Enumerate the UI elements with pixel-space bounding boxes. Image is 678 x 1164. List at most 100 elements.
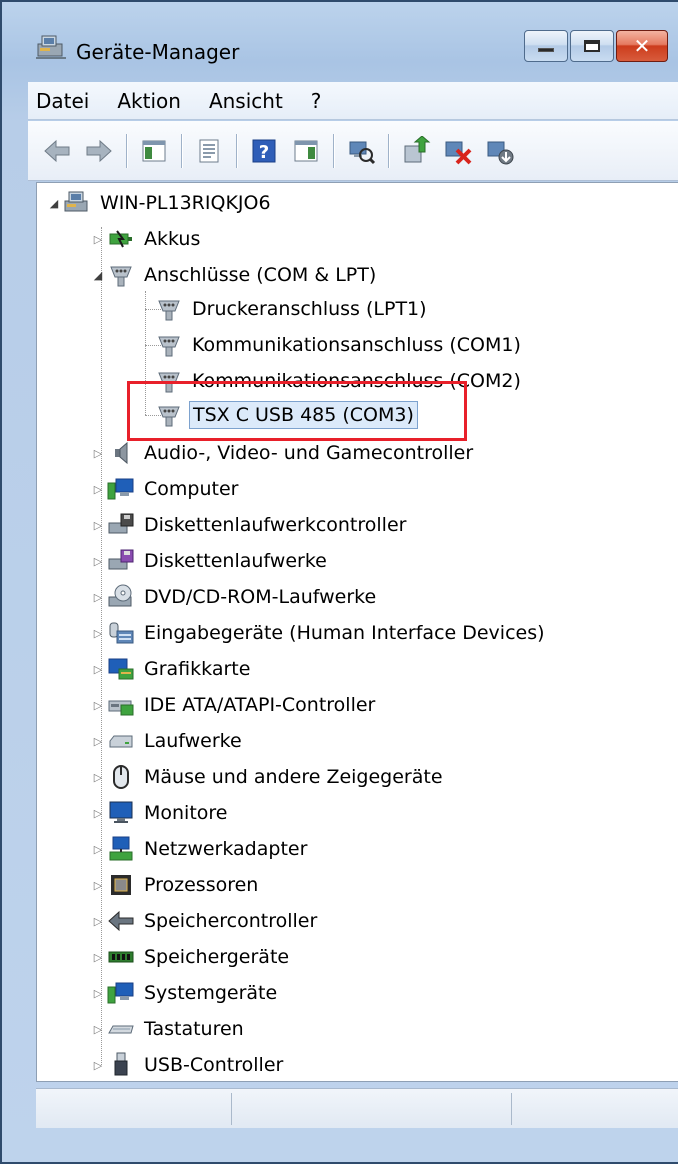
expand-triangle-icon[interactable]: ▷ [89,840,107,858]
usb-icon [114,1052,128,1076]
port-icon [158,372,180,393]
close-button[interactable]: ✕ [616,30,668,62]
menu-bar: Datei Aktion Ansicht ? [28,82,678,120]
uninstall-device-button[interactable] [443,136,473,166]
tree-item-systemgeraete[interactable]: ▷ Systemgeräte [89,975,280,1011]
tree-item-speichercontroller[interactable]: ▷ Speichercontroller [89,903,320,939]
tree-item-label: Kommunikationsanschluss (COM2) [192,370,521,392]
expand-triangle-icon[interactable]: ▷ [89,948,107,966]
tree-item-maeuse[interactable]: ▷ Mäuse und andere Zeigegeräte [89,759,446,795]
minimize-button[interactable] [524,30,568,62]
update-driver-button[interactable] [401,135,431,166]
expand-triangle-icon[interactable]: ▷ [89,480,107,498]
expand-triangle-icon[interactable]: ▷ [89,552,107,570]
tree-item-com1[interactable]: Kommunikationsanschluss (COM1) [155,327,524,363]
ide-controller-icon [108,700,134,716]
tree-item-label: Monitore [144,802,228,824]
expand-triangle-icon[interactable]: ▷ [89,588,107,606]
scan-hardware-icon [349,141,376,164]
tree-item-label: IDE ATA/ATAPI-Controller [144,694,376,716]
tree-item-audio[interactable]: ▷ Audio-, Video- und Gamecontroller [89,435,476,471]
collapse-triangle-icon[interactable]: ◢ [89,266,107,284]
action-pane-button[interactable] [291,136,321,166]
tree-item-label: Speichercontroller [144,910,318,932]
tree-item-computer[interactable]: ▷ Computer [89,471,241,507]
tree-item-label: Anschlüsse (COM & LPT) [144,264,377,286]
caption-buttons: ✕ [524,30,668,62]
expand-triangle-icon[interactable]: ▷ [89,1020,107,1038]
tree-item-label: USB-Controller [144,1054,284,1076]
expand-triangle-icon[interactable]: ▷ [89,660,107,678]
tree-item-tsx-com3[interactable]: TSX C USB 485 (COM3) [155,397,418,433]
help-icon: ? [252,139,276,163]
tree-item-monitore[interactable]: ▷ Monitore [89,795,231,831]
tree-item-grafikkarte[interactable]: ▷ Grafikkarte [89,651,253,687]
monitor-icon [109,801,133,823]
scan-hardware-button[interactable] [346,136,376,166]
port-icon [158,336,180,357]
tree-item-usb[interactable]: ▷ USB-Controller [89,1047,286,1081]
tree-item-dvd[interactable]: ▷ DVD/CD-ROM-Laufwerke [89,579,379,615]
tree-item-label: Laufwerke [144,730,242,752]
close-icon: ✕ [633,34,651,58]
toolbar-separator [388,133,389,168]
tree-item-label: Diskettenlaufwerkcontroller [144,514,407,536]
tree-root[interactable]: ◢ WIN-PL13RIQKJO6 [45,185,274,221]
display-adapter-icon [108,658,134,680]
tree-item-label: Audio-, Video- und Gamecontroller [144,442,474,464]
expand-triangle-icon[interactable]: ▷ [89,230,107,248]
tree-item-label: Netzwerkadapter [144,838,308,860]
expand-triangle-icon[interactable]: ▷ [89,768,107,786]
forward-button[interactable] [84,136,114,166]
collapse-triangle-icon[interactable]: ◢ [45,194,63,212]
tree-item-akkus[interactable]: ▷ Akkus [89,221,203,257]
tree-item-anschluesse[interactable]: ◢ Anschlüsse (COM & LPT) [89,257,379,293]
tree-item-label: Eingabegeräte (Human Interface Devices) [144,622,545,644]
help-button[interactable]: ? [249,136,279,166]
tree-item-label: Speichergeräte [144,946,290,968]
tree-item-label: Akkus [144,228,201,250]
update-driver-icon [404,135,431,162]
mouse-icon [113,765,129,789]
tree-item-ide[interactable]: ▷ IDE ATA/ATAPI-Controller [89,687,378,723]
dvd-drive-icon [108,584,132,607]
tree-item-diskettenlaufwerke[interactable]: ▷ Diskettenlaufwerke [89,543,330,579]
tree-item-label: Computer [144,478,239,500]
properties-icon [199,139,219,162]
storage-controller-icon [108,910,134,932]
expand-triangle-icon[interactable]: ▷ [89,912,107,930]
expand-triangle-icon[interactable]: ▷ [89,732,107,750]
disable-device-button[interactable] [485,136,515,166]
expand-triangle-icon[interactable]: ▷ [89,444,107,462]
back-button[interactable] [42,136,72,166]
expand-triangle-icon[interactable]: ▷ [89,624,107,642]
menu-aktion[interactable]: Aktion [117,89,181,113]
tree-item-netzwerkadapter[interactable]: ▷ Netzwerkadapter [89,831,310,867]
tree-item-druckeranschluss[interactable]: Druckeranschluss (LPT1) [155,291,430,327]
expand-triangle-icon[interactable]: ▷ [89,984,107,1002]
uninstall-device-icon [445,141,472,164]
expand-triangle-icon[interactable]: ▷ [89,1056,107,1074]
floppy-drive-icon [108,549,134,570]
maximize-button[interactable] [570,30,614,62]
expand-triangle-icon[interactable]: ▷ [89,804,107,822]
menu-ansicht[interactable]: Ansicht [209,89,283,113]
tree-item-laufwerke[interactable]: ▷ Laufwerke [89,723,245,759]
menu-datei[interactable]: Datei [36,89,89,113]
tree-item-speichergeraete[interactable]: ▷ Speichergeräte [89,939,292,975]
tree-item-tastaturen[interactable]: ▷ Tastaturen [89,1011,247,1047]
disk-drive-icon [109,735,133,748]
tree-root-label: WIN-PL13RIQKJO6 [100,192,271,214]
tree-item-hid[interactable]: ▷ Eingabegeräte (Human Interface Devices… [89,615,548,651]
expand-triangle-icon[interactable]: ▷ [89,696,107,714]
tree-item-prozessoren[interactable]: ▷ Prozessoren [89,867,261,903]
properties-button[interactable] [194,136,224,166]
tree-item-label: DVD/CD-ROM-Laufwerke [144,586,377,608]
title-bar[interactable]: Geräte-Manager ✕ [10,8,678,82]
tree-item-com2[interactable]: Kommunikationsanschluss (COM2) [155,363,524,399]
tree-item-diskettenlaufwerkcontroller[interactable]: ▷ Diskettenlaufwerkcontroller [89,507,409,543]
console-tree-button[interactable] [139,136,169,166]
expand-triangle-icon[interactable]: ▷ [89,516,107,534]
expand-triangle-icon[interactable]: ▷ [89,876,107,894]
menu-help[interactable]: ? [311,89,322,113]
